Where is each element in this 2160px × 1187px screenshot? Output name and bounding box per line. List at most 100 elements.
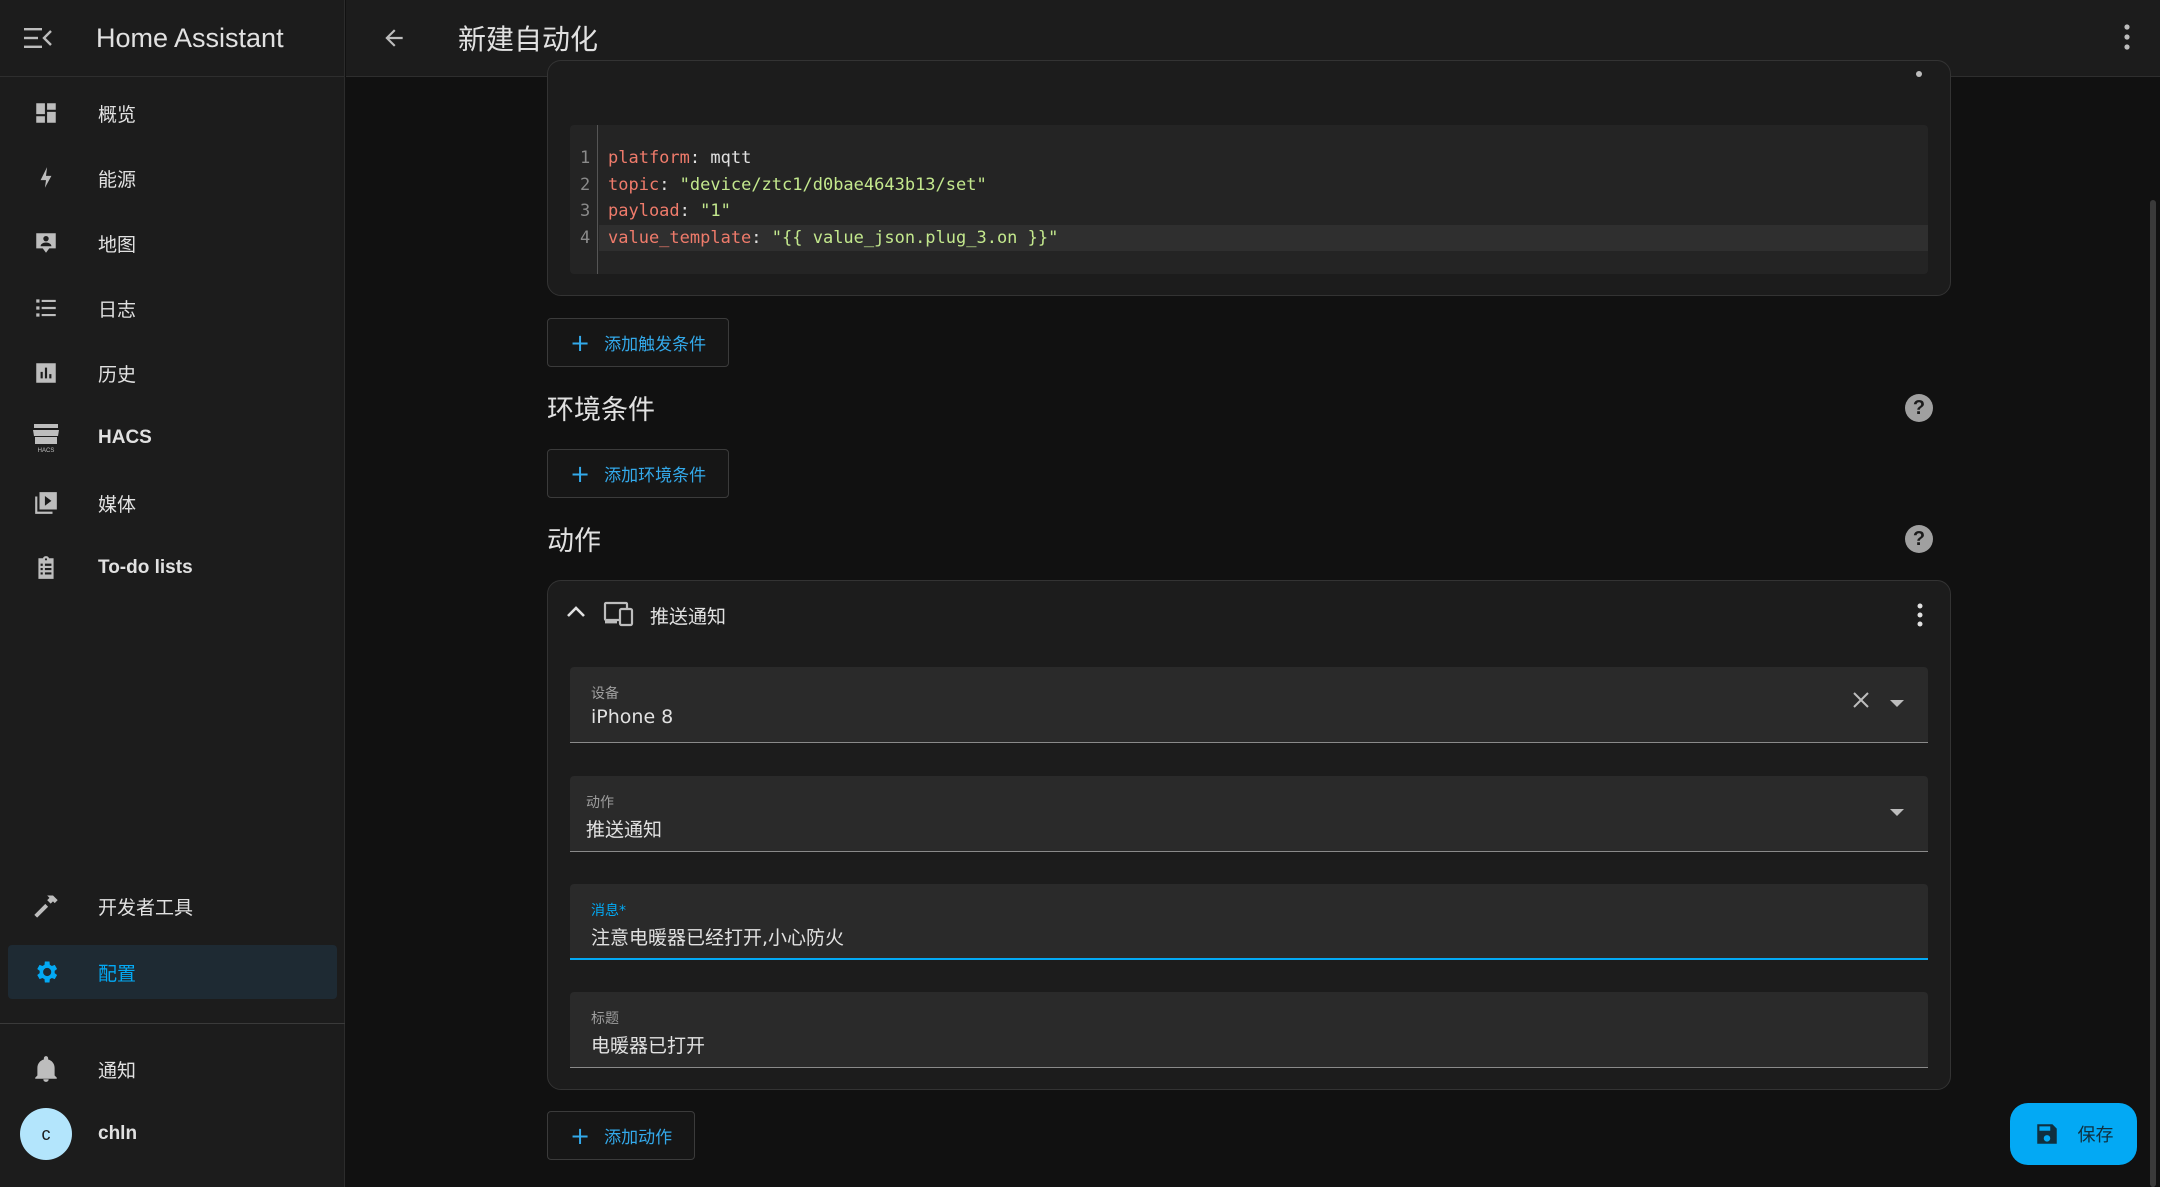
sidebar-item-label: 媒体: [98, 493, 137, 516]
sidebar-item-map[interactable]: 地图: [8, 216, 337, 270]
add-trigger-button[interactable]: + 添加触发条件: [547, 318, 730, 367]
avatar: c: [20, 1108, 72, 1160]
menu-toggle-button[interactable]: [0, 0, 76, 77]
action-value: 推送通知: [586, 819, 663, 841]
user-name: chln: [98, 1123, 138, 1144]
plus-icon: +: [570, 1121, 591, 1150]
line-number: 1: [580, 148, 591, 168]
sidebar-item-overview[interactable]: 概览: [8, 86, 337, 140]
content-save-icon: [2036, 1124, 2057, 1144]
message-input[interactable]: 消息* 注意电暖器已经打开,小心防火: [570, 884, 1928, 960]
sidebar-item-developer-tools[interactable]: 开发者工具: [8, 879, 337, 933]
sidebar-item-label: 概览: [98, 103, 137, 126]
lightning-icon: [16, 165, 76, 191]
save-label: 保存: [2077, 1125, 2114, 1146]
code-line: topic: "device/ztc1/d0bae4643b13/set": [608, 175, 987, 195]
code-line: payload: "1": [608, 201, 731, 221]
sidebar-item-label: To-do lists: [98, 557, 193, 578]
code-line: platform: mqtt: [608, 148, 752, 168]
menu-icon: [24, 28, 52, 48]
title-input[interactable]: 标题 电暖器已打开: [570, 992, 1928, 1068]
sidebar-item-logbook[interactable]: 日志: [8, 281, 337, 335]
message-label: 消息*: [591, 903, 626, 919]
code-key: payload: [608, 201, 680, 221]
device-value: iPhone 8: [591, 706, 674, 728]
title-label: 标题: [591, 1011, 619, 1027]
sidebar-item-label: 通知: [98, 1059, 137, 1082]
trigger-card-menu-button[interactable]: [1916, 71, 1922, 77]
code-key: value_template: [608, 228, 752, 248]
action-card-title: 推送通知: [650, 606, 727, 628]
chart-box-icon: [16, 360, 76, 386]
actions-title: 动作: [547, 526, 601, 557]
sidebar-item-label: 开发者工具: [98, 896, 194, 919]
arrow-left-icon: [385, 29, 403, 47]
hacs-store-icon: HACS: [16, 423, 76, 453]
collapse-button[interactable]: [566, 603, 586, 622]
sidebar-item-settings[interactable]: 配置: [8, 945, 337, 999]
sidebar-item-label: 配置: [98, 962, 137, 985]
scrollbar[interactable]: [2150, 200, 2156, 1187]
plus-icon: +: [570, 328, 591, 357]
line-number: 3: [580, 201, 591, 221]
bell-icon: [16, 1055, 76, 1083]
add-condition-button[interactable]: + 添加环境条件: [547, 449, 730, 498]
sidebar-item-notifications[interactable]: 通知: [8, 1042, 337, 1096]
code-line: value_template: "{{ value_json.plug_3.on…: [608, 228, 1059, 248]
sidebar-item-label: HACS: [98, 427, 152, 448]
avatar-wrapper: c: [16, 1108, 76, 1160]
save-button[interactable]: 保存: [2010, 1103, 2137, 1165]
app-title: Home Assistant: [96, 22, 284, 53]
svg-text:HACS: HACS: [38, 448, 55, 453]
sidebar-item-todo[interactable]: To-do lists: [8, 541, 337, 595]
list-icon: [16, 295, 76, 321]
code-key: topic: [608, 175, 660, 195]
message-value[interactable]: 注意电暖器已经打开,小心防火: [591, 923, 844, 950]
sidebar-item-history[interactable]: 历史: [8, 346, 337, 400]
add-condition-label: 添加环境条件: [604, 466, 707, 486]
yaml-code-editor[interactable]: 1 2 3 4 platform: mqtt topic: "device/zt…: [570, 125, 1928, 274]
clear-button[interactable]: [1852, 691, 1870, 713]
sidebar-item-media[interactable]: 媒体: [8, 476, 337, 530]
sidebar: Home Assistant 概览 能源 地图 日志 历史 HACS HACS …: [0, 0, 345, 1187]
map-account-icon: [16, 230, 76, 256]
device-select[interactable]: 设备 iPhone 8: [570, 667, 1928, 743]
sidebar-item-label: 地图: [98, 233, 137, 256]
add-trigger-label: 添加触发条件: [604, 335, 707, 355]
line-number: 2: [580, 175, 591, 195]
page-title: 新建自动化: [458, 23, 599, 56]
back-button[interactable]: [346, 0, 442, 77]
title-value[interactable]: 电暖器已打开: [591, 1031, 705, 1058]
code-value: "{{ value_json.plug_3.on }}": [771, 228, 1059, 248]
dots-vertical-icon: [2124, 24, 2130, 50]
dropdown-arrow-icon[interactable]: [1890, 809, 1904, 816]
sidebar-item-label: 能源: [98, 168, 137, 191]
conditions-help-icon[interactable]: ?: [1905, 394, 1933, 422]
sidebar-item-user[interactable]: c chln: [8, 1107, 337, 1161]
conditions-title: 环境条件: [547, 395, 655, 426]
add-action-button[interactable]: + 添加动作: [547, 1111, 696, 1160]
hammer-icon: [16, 892, 76, 920]
sidebar-header: Home Assistant: [0, 0, 344, 77]
code-value: "device/ztc1/d0bae4643b13/set": [679, 175, 987, 195]
sidebar-item-energy[interactable]: 能源: [8, 151, 337, 205]
sidebar-item-label: 日志: [98, 298, 137, 321]
actions-help-icon[interactable]: ?: [1905, 525, 1933, 553]
dots-vertical-icon: [1917, 603, 1923, 627]
overflow-menu-button[interactable]: [2122, 22, 2132, 56]
action-label: 动作: [586, 795, 614, 811]
dashboard-icon: [16, 100, 76, 126]
chevron-up-icon: [567, 606, 585, 617]
media-play-icon: [16, 490, 76, 516]
action-card-menu-button[interactable]: [1916, 602, 1924, 632]
code-value: mqtt: [710, 148, 752, 168]
plus-icon: +: [570, 459, 591, 488]
close-icon: [1853, 692, 1869, 708]
sidebar-item-hacs[interactable]: HACS HACS: [8, 411, 337, 465]
action-select[interactable]: 动作 推送通知: [570, 776, 1928, 852]
clipboard-list-icon: [16, 555, 76, 581]
sidebar-item-label: 历史: [98, 363, 137, 386]
gear-icon: [16, 958, 76, 986]
device-label: 设备: [591, 686, 619, 702]
dropdown-arrow-icon[interactable]: [1890, 700, 1904, 707]
